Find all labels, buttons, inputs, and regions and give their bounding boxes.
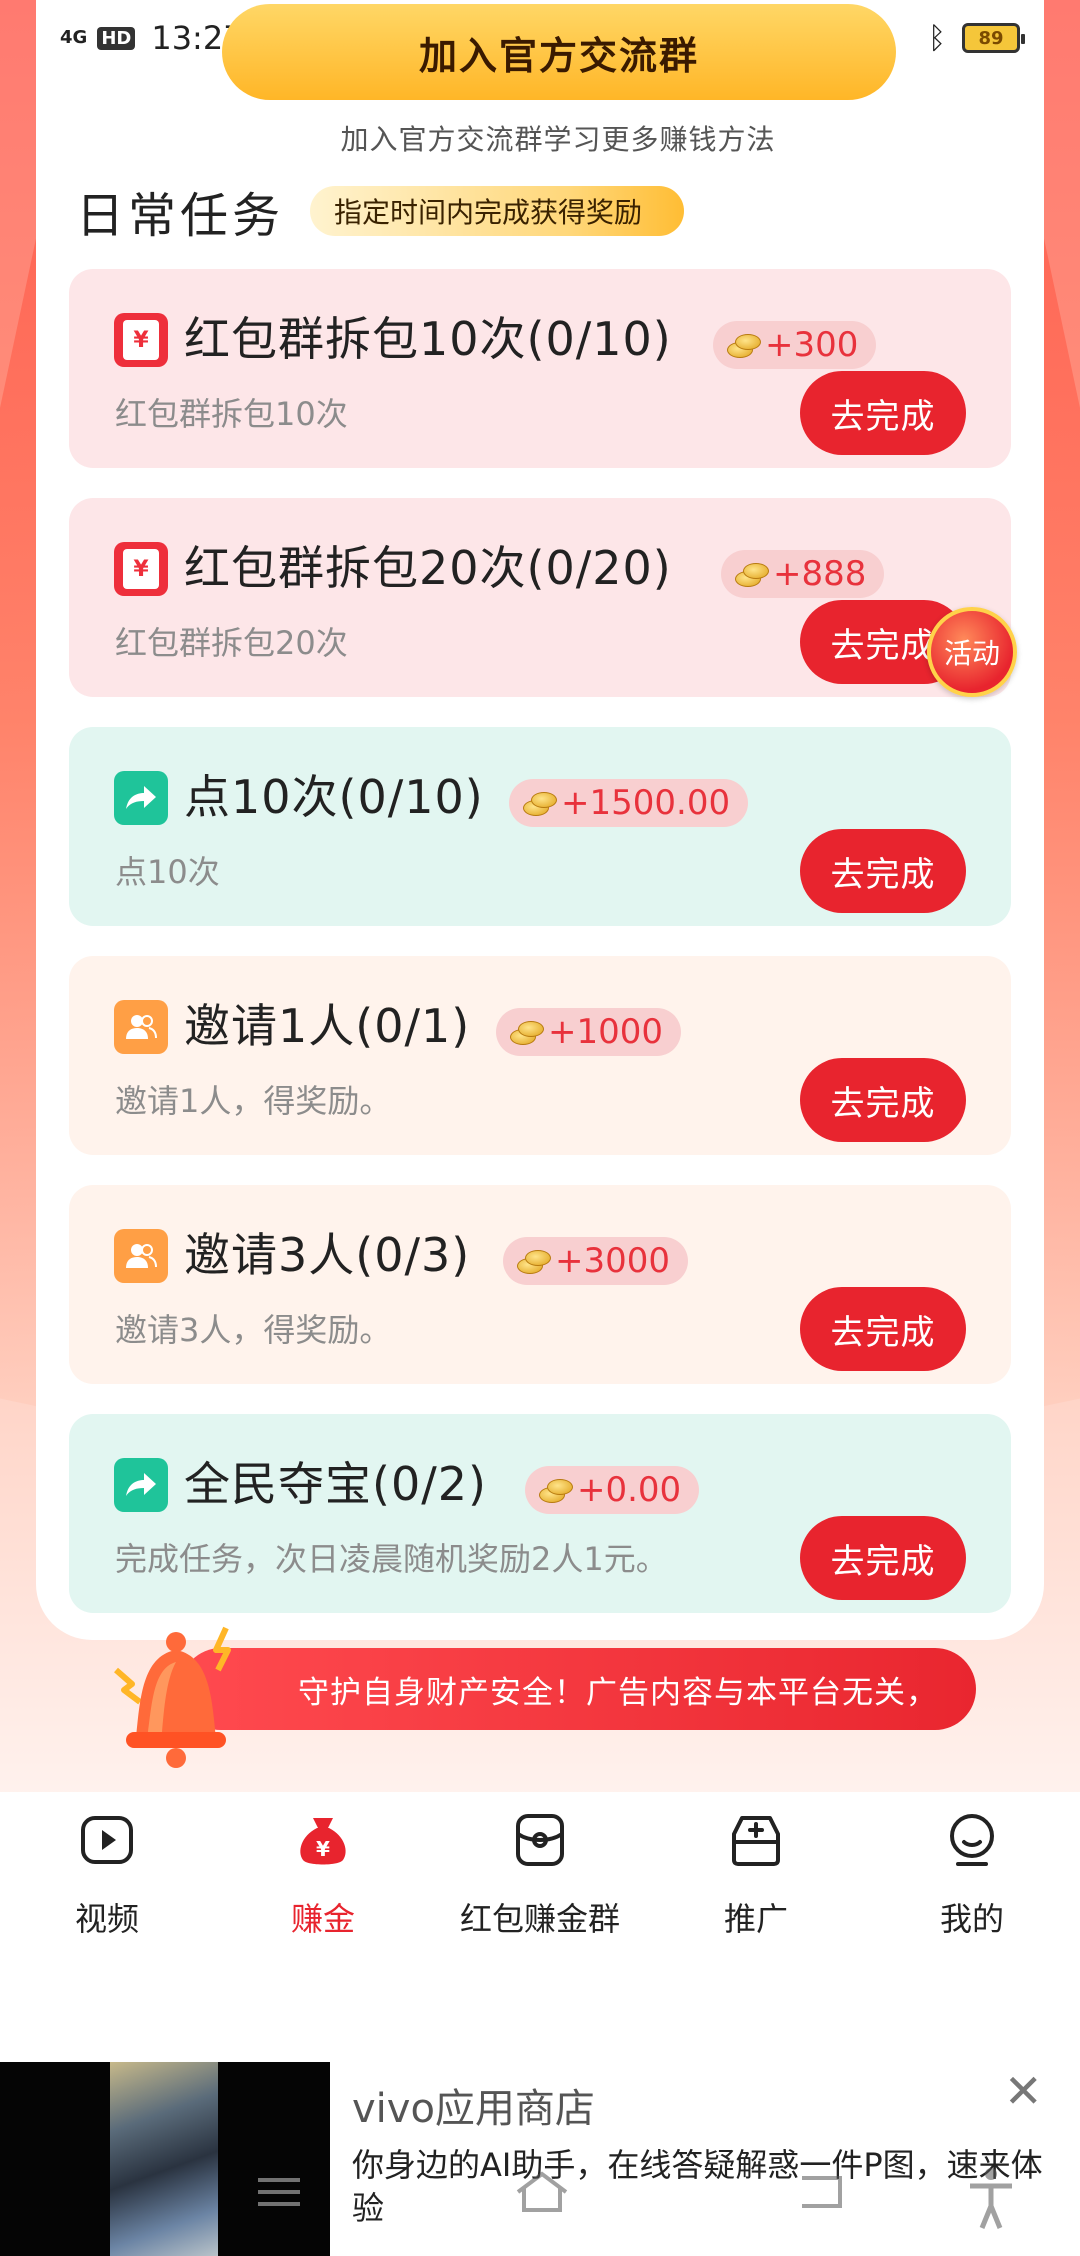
home-icon[interactable]	[512, 2170, 572, 2214]
complete-task-button[interactable]: 去完成	[800, 1287, 966, 1371]
task-title: 邀请1人(0/1)	[184, 999, 471, 1053]
share-arrow-icon	[114, 771, 168, 825]
back-icon[interactable]	[796, 2172, 846, 2212]
complete-task-button[interactable]: 去完成	[800, 1058, 966, 1142]
task-card: 邀请1人(0/1) +1000 邀请1人，得奖励。 去完成	[69, 956, 1011, 1155]
ad-title: vivo应用商店	[352, 2086, 595, 2132]
task-title: 红包群拆包10次(0/10)	[184, 312, 672, 366]
daily-tasks-header: 日常任务 指定时间内完成获得奖励	[76, 176, 685, 246]
bluetooth-icon: ᛒ	[928, 20, 946, 56]
task-description: 红包群拆包20次	[115, 624, 348, 662]
promote-box-icon	[732, 1816, 780, 1866]
accessibility-icon[interactable]	[966, 2166, 1016, 2230]
reward-amount: +0.00	[577, 1470, 682, 1510]
nav-label: 推广	[723, 1900, 788, 1938]
coin-icon	[539, 1477, 573, 1503]
ad-image	[110, 2062, 218, 2256]
task-title: 红包群拆包20次(0/20)	[184, 541, 672, 595]
nav-label: 我的	[939, 1900, 1004, 1938]
coin-icon	[510, 1019, 544, 1045]
task-card: 全民夺宝(0/2) +0.00 完成任务，次日凌晨随机奖励2人1元。 去完成	[69, 1414, 1011, 1613]
users-icon	[114, 1229, 168, 1283]
money-bag-icon: ¥	[300, 1818, 346, 1865]
task-card: 点10次(0/10) +1500.00 点10次 去完成	[69, 727, 1011, 926]
reward-badge: +0.00	[525, 1466, 700, 1514]
reward-badge: +1500.00	[509, 779, 749, 827]
complete-task-button[interactable]: 去完成	[800, 829, 966, 913]
menu-icon	[258, 2178, 300, 2206]
share-arrow-icon	[114, 1458, 168, 1512]
bottom-navigation: 视频 ¥ 赚金 红包赚金群 推广 我的	[0, 1792, 1080, 2062]
video-play-icon	[81, 1816, 133, 1864]
task-title: 全民夺宝(0/2)	[184, 1457, 487, 1511]
complete-task-button[interactable]: 去完成	[800, 371, 966, 455]
ad-thumbnail	[0, 2062, 330, 2256]
reward-amount: +3000	[555, 1241, 671, 1281]
reward-amount: +1000	[548, 1012, 664, 1052]
users-icon	[114, 1000, 168, 1054]
reward-badge: +888	[721, 550, 885, 598]
reward-badge: +300	[713, 321, 877, 369]
nav-item-profile[interactable]: 我的	[872, 1812, 1072, 1940]
coin-icon	[727, 332, 761, 358]
activity-badge[interactable]: 活动	[927, 607, 1017, 697]
reward-amount: +888	[773, 554, 867, 594]
coin-icon	[735, 561, 769, 587]
task-title: 点10次(0/10)	[184, 770, 484, 824]
coin-icon	[523, 790, 557, 816]
reward-amount: +300	[765, 325, 859, 365]
red-envelope-icon: ¥	[114, 313, 168, 367]
ad-description: 你身边的AI助手，在线答疑解惑一件P图，速来体验	[352, 2146, 1043, 2228]
task-description: 完成任务，次日凌晨随机奖励2人1元。	[115, 1540, 668, 1578]
reward-amount: +1500.00	[561, 783, 731, 823]
battery-icon: 89	[962, 23, 1025, 53]
coin-icon	[517, 1248, 551, 1274]
red-packet-group-icon	[516, 1814, 564, 1866]
complete-task-button[interactable]: 去完成	[800, 1516, 966, 1600]
svg-text:¥: ¥	[316, 1837, 330, 1861]
nav-label: 红包赚金群	[459, 1900, 620, 1938]
task-card: ¥ 红包群拆包10次(0/10) +300 红包群拆包10次 去完成	[69, 269, 1011, 468]
nav-label: 赚金	[290, 1900, 355, 1938]
task-card: 邀请3人(0/3) +3000 邀请3人，得奖励。 去完成	[69, 1185, 1011, 1384]
nav-item-promote[interactable]: 推广	[656, 1812, 856, 1940]
join-group-button[interactable]: 加入官方交流群	[222, 4, 896, 100]
red-envelope-icon: ¥	[114, 542, 168, 596]
nav-label: 视频	[74, 1900, 139, 1938]
task-description: 邀请3人，得奖励。	[115, 1311, 392, 1349]
nav-item-red-packet-group[interactable]: 红包赚金群	[440, 1812, 640, 1940]
nav-item-earn[interactable]: ¥ 赚金	[223, 1812, 423, 1940]
task-title: 邀请3人(0/3)	[184, 1228, 471, 1282]
profile-icon	[950, 1814, 994, 1866]
hd-icon: HD	[97, 26, 136, 50]
join-group-subtitle: 加入官方交流群学习更多赚钱方法	[340, 123, 776, 156]
signal-icon: 4G	[60, 27, 88, 48]
reward-badge: +3000	[503, 1237, 689, 1285]
task-description: 邀请1人，得奖励。	[115, 1082, 392, 1120]
nav-item-video[interactable]: 视频	[7, 1812, 207, 1940]
ad-banner[interactable]: vivo应用商店 你身边的AI助手，在线答疑解惑一件P图，速来体验 ✕	[0, 2062, 1080, 2256]
bell-icon	[114, 1626, 231, 1768]
task-description: 点10次	[115, 853, 220, 891]
reward-badge: +1000	[496, 1008, 682, 1056]
warning-text: 守护自身财产安全！广告内容与本平台无关，	[298, 1674, 938, 1711]
task-description: 红包群拆包10次	[115, 395, 348, 433]
section-title: 日常任务	[76, 188, 285, 244]
section-tag: 指定时间内完成获得奖励	[310, 186, 685, 236]
safety-warning-banner: 守护自身财产安全！广告内容与本平台无关，	[180, 1648, 976, 1730]
task-card: ¥ 红包群拆包20次(0/20) +888 红包群拆包20次 去完成	[69, 498, 1011, 697]
close-icon[interactable]: ✕	[1004, 2068, 1043, 2114]
